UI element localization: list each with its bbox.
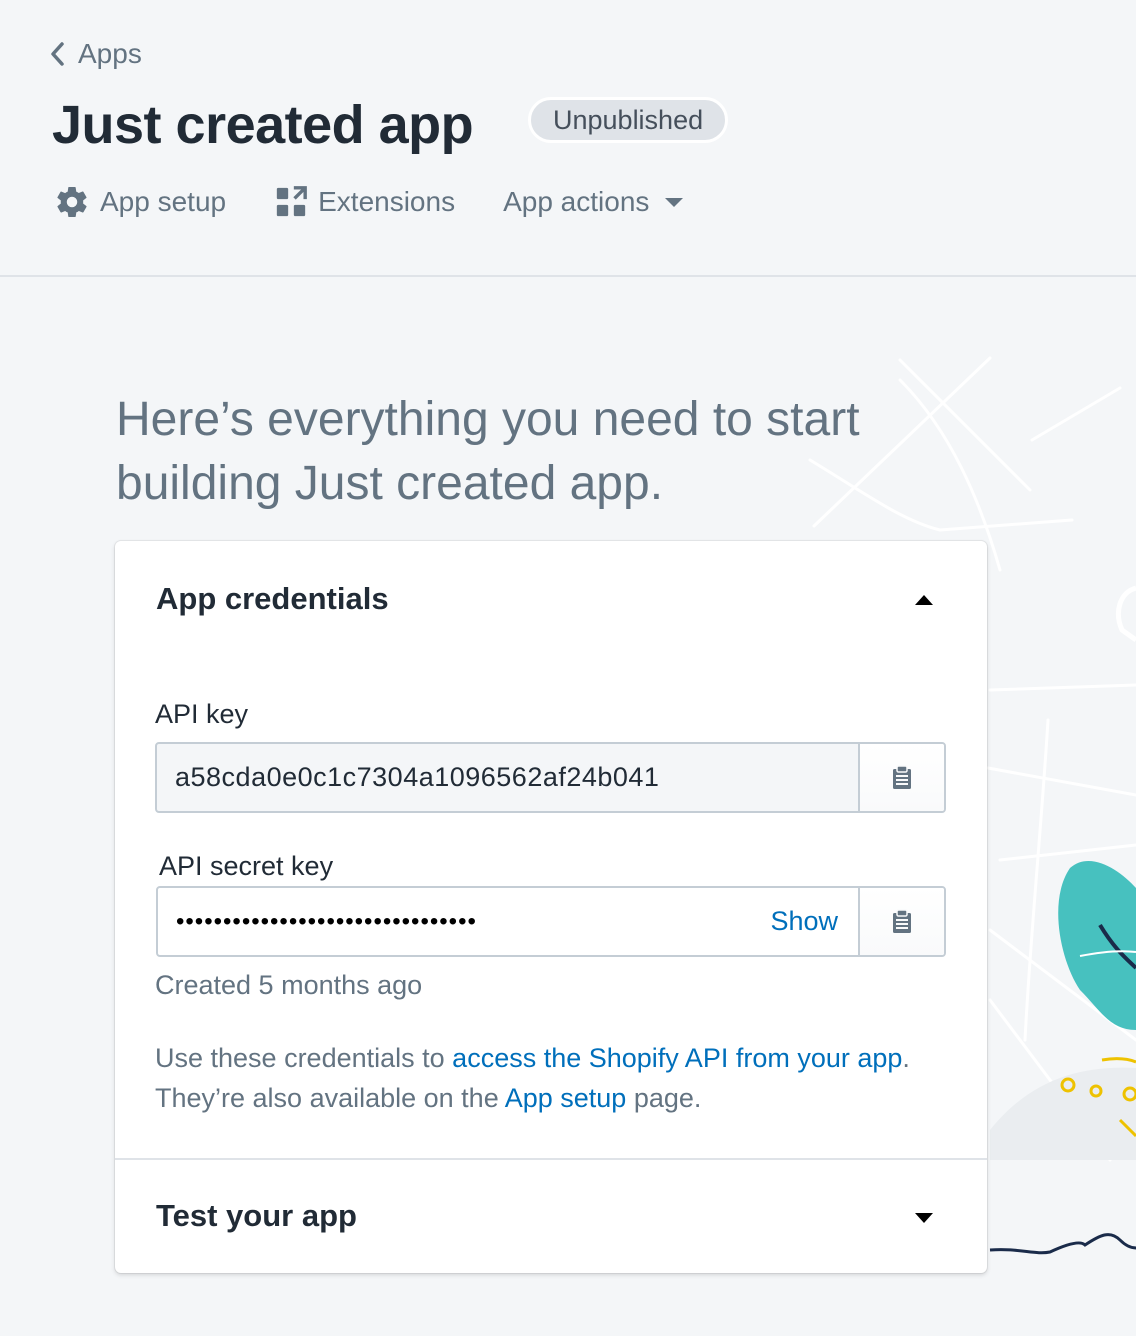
caret-up-icon[interactable] [913, 593, 935, 607]
credentials-description: Use these credentials to access the Shop… [155, 1038, 935, 1118]
app-setup-label: App setup [100, 186, 227, 217]
app-setup-link[interactable]: App setup [505, 1083, 627, 1113]
api-secret-field[interactable]: •••••••••••••••••••••••••••••••• Show [156, 886, 946, 957]
chevron-left-icon [51, 42, 64, 66]
clipboard-icon [893, 908, 911, 933]
desc-suffix: page. [626, 1083, 702, 1113]
copy-api-key-button[interactable] [858, 744, 944, 811]
page-title: Just created app [52, 95, 474, 155]
status-badge: Unpublished [528, 97, 729, 143]
api-key-label: API key [155, 699, 249, 729]
app-page: Apps Just created app Unpublished App se… [0, 0, 1136, 1336]
extensions-label: Extensions [318, 186, 456, 217]
show-secret-button[interactable]: Show [770, 888, 858, 955]
breadcrumb-label: Apps [78, 38, 142, 69]
api-secret-label: API secret key [159, 851, 334, 881]
created-timestamp: Created 5 months ago [155, 970, 423, 1000]
credentials-card: App credentials API key a58cda0e0c1c7304… [115, 541, 987, 1273]
app-credentials-heading: App credentials [156, 581, 389, 616]
api-secret-value[interactable]: •••••••••••••••••••••••••••••••• [158, 888, 770, 955]
page-header: Apps Just created app Unpublished App se… [0, 0, 1136, 277]
app-actions-label: App actions [503, 186, 650, 217]
header-actions: App setup Extensions App actions [54, 184, 737, 220]
clipboard-icon [893, 764, 911, 789]
breadcrumb-apps-link[interactable]: Apps [48, 38, 142, 70]
gear-icon [57, 187, 87, 218]
desc-prefix: Use these credentials to [155, 1043, 453, 1073]
caret-down-icon [665, 198, 684, 207]
api-key-field[interactable]: a58cda0e0c1c7304a1096562af24b041 [155, 742, 946, 813]
extensions-icon [276, 186, 307, 217]
test-your-app-heading[interactable]: Test your app [156, 1198, 357, 1234]
intro-heading: Here’s everything you need to start buil… [116, 393, 860, 510]
section-divider [115, 1158, 987, 1160]
caret-down-icon[interactable] [913, 1211, 935, 1225]
app-setup-action[interactable]: App setup [54, 184, 226, 220]
extensions-action[interactable]: Extensions [274, 185, 455, 219]
shopify-api-link[interactable]: access the Shopify API from your app [452, 1043, 902, 1073]
app-actions-dropdown[interactable]: App actions [503, 186, 689, 218]
copy-api-secret-button[interactable] [858, 888, 944, 955]
api-key-value[interactable]: a58cda0e0c1c7304a1096562af24b041 [157, 744, 858, 811]
